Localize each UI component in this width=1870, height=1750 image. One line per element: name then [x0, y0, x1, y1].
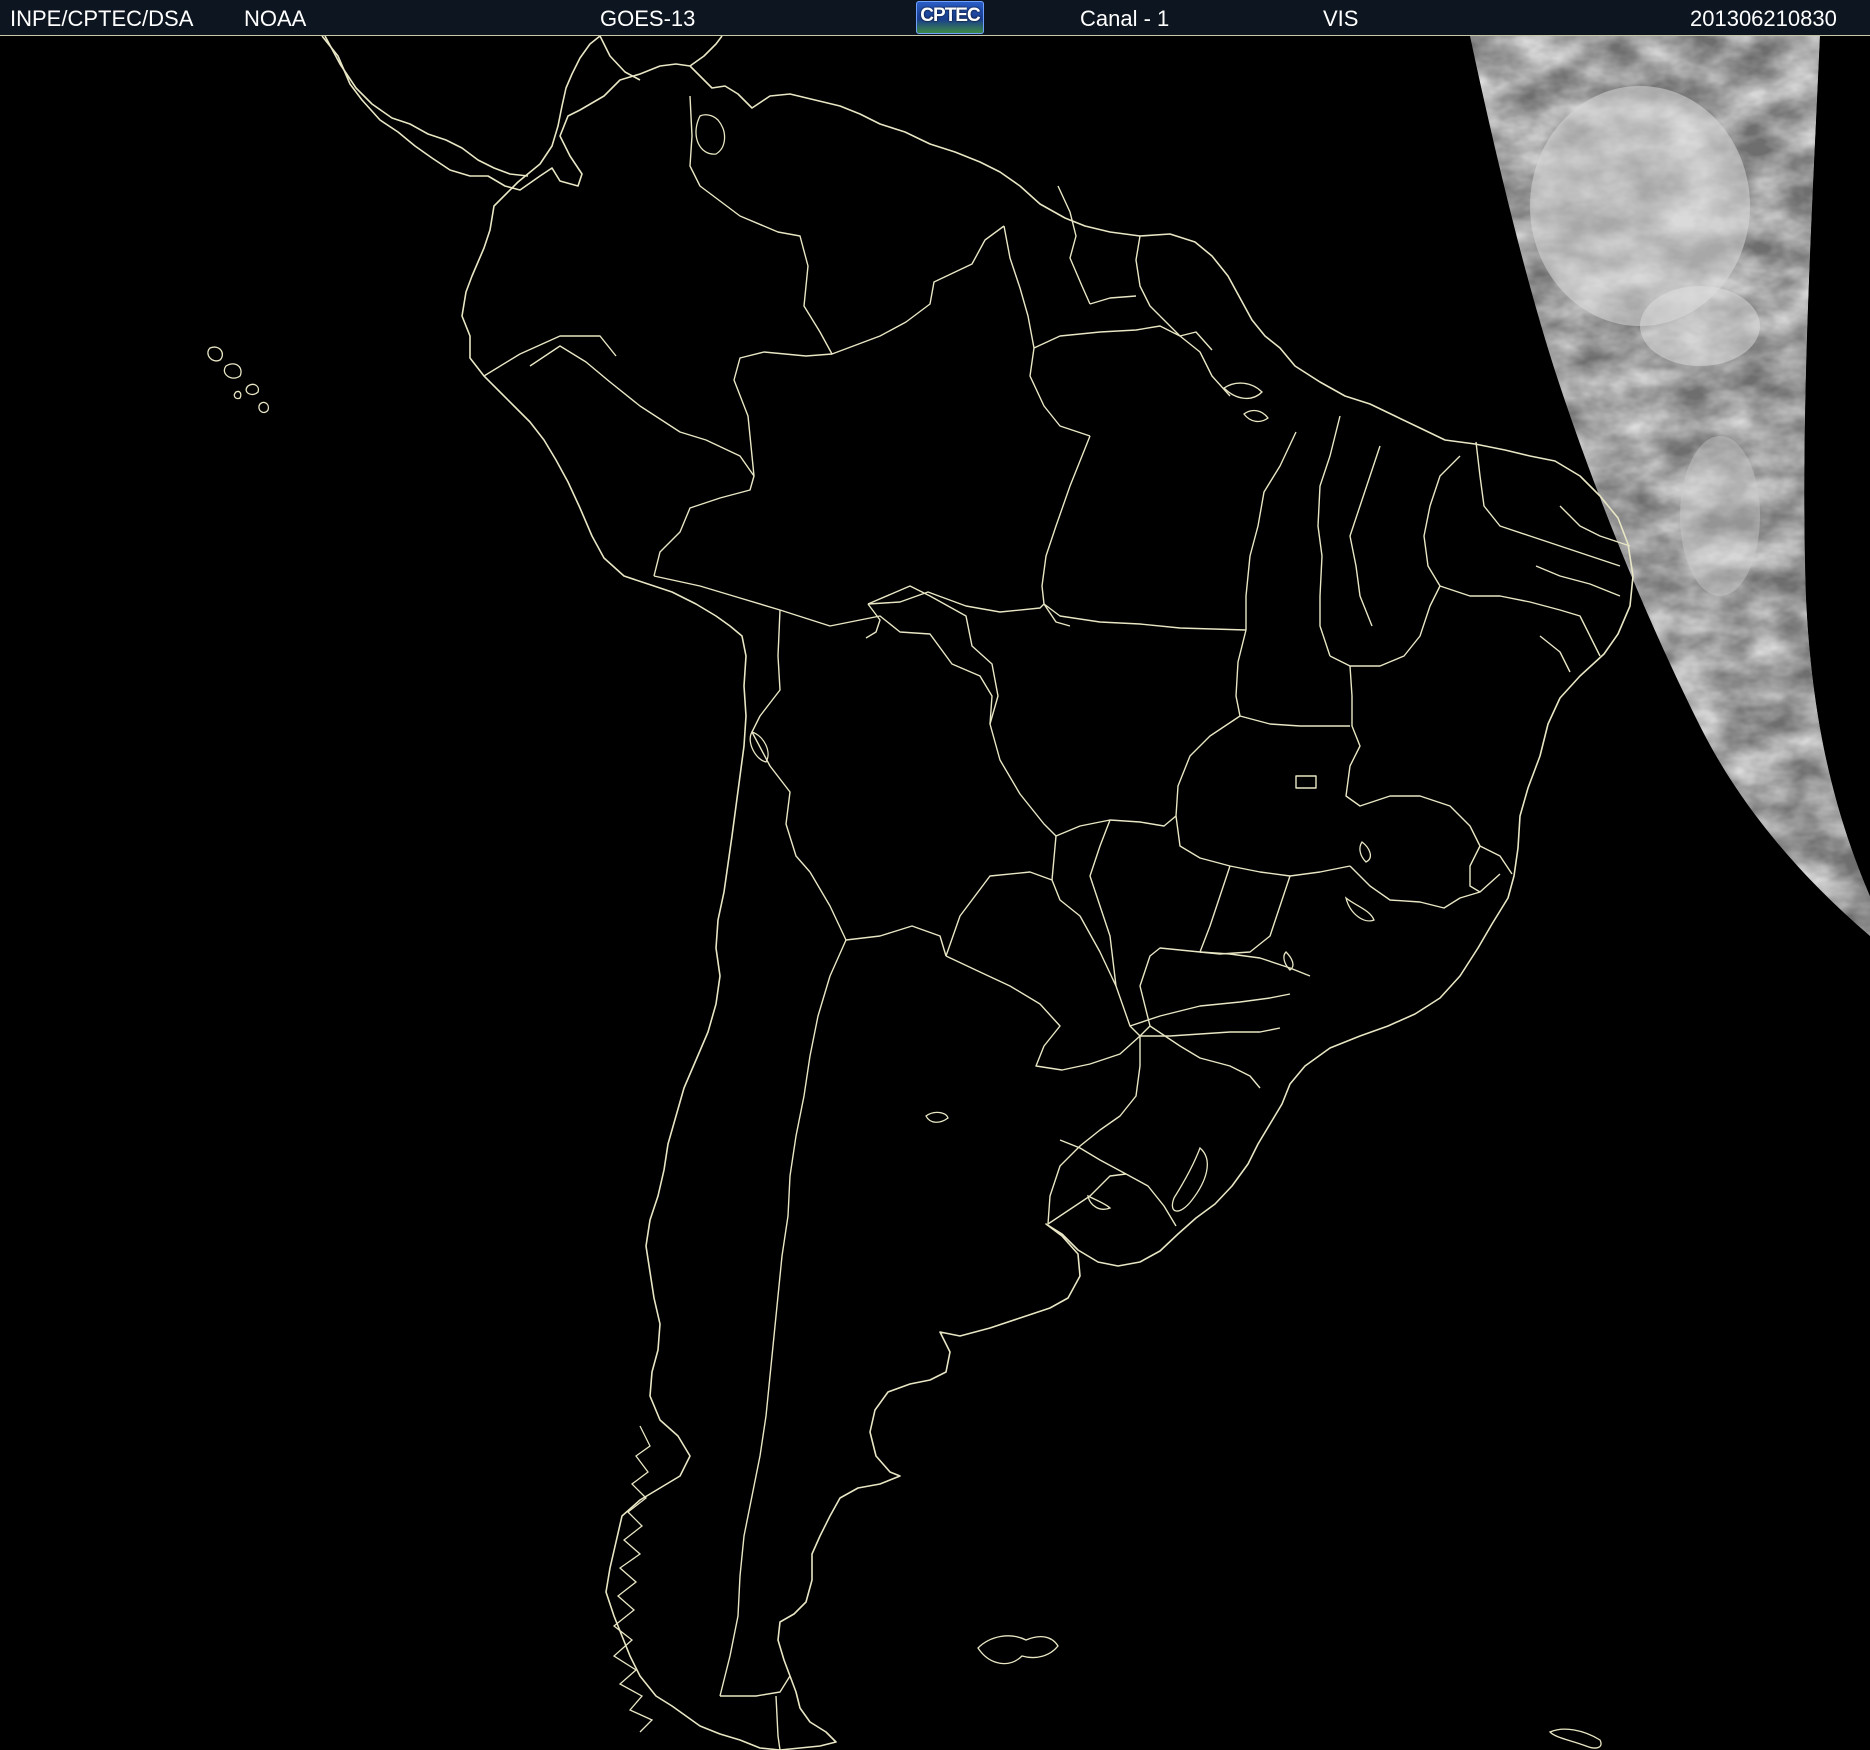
- logo-text: CPTEC: [920, 5, 980, 26]
- channel-label: Canal - 1: [1080, 6, 1170, 31]
- lake-maracaibo: [695, 114, 726, 155]
- lake-in-argentina: [925, 1111, 949, 1123]
- cptec-logo-icon: CPTEC: [916, 1, 984, 34]
- chiloe-and-fjords: [612, 1425, 654, 1733]
- image-header-bar: INPE/CPTEC/DSA NOAA GOES-13 CPTEC Canal …: [0, 0, 1870, 36]
- source-label: NOAA: [244, 6, 307, 31]
- band-label: VIS: [1323, 6, 1359, 31]
- satellite-image-panel: [0, 36, 1870, 1750]
- coastline-caribbean: [599, 36, 723, 81]
- falkland-islands: [977, 1635, 1059, 1665]
- south-america-outline-map: [207, 36, 1870, 1750]
- satellite-label: GOES-13: [600, 6, 696, 31]
- timestamp-label: 201306210830: [1690, 6, 1837, 31]
- agency-label: INPE/CPTEC/DSA: [10, 6, 194, 31]
- lagoa-dos-patos: [1171, 1146, 1208, 1212]
- inland-water-bodies: [1087, 382, 1375, 1210]
- south-georgia-island: [1548, 1728, 1602, 1749]
- country-borders: [483, 95, 1213, 1750]
- galapagos-islands: [207, 346, 270, 414]
